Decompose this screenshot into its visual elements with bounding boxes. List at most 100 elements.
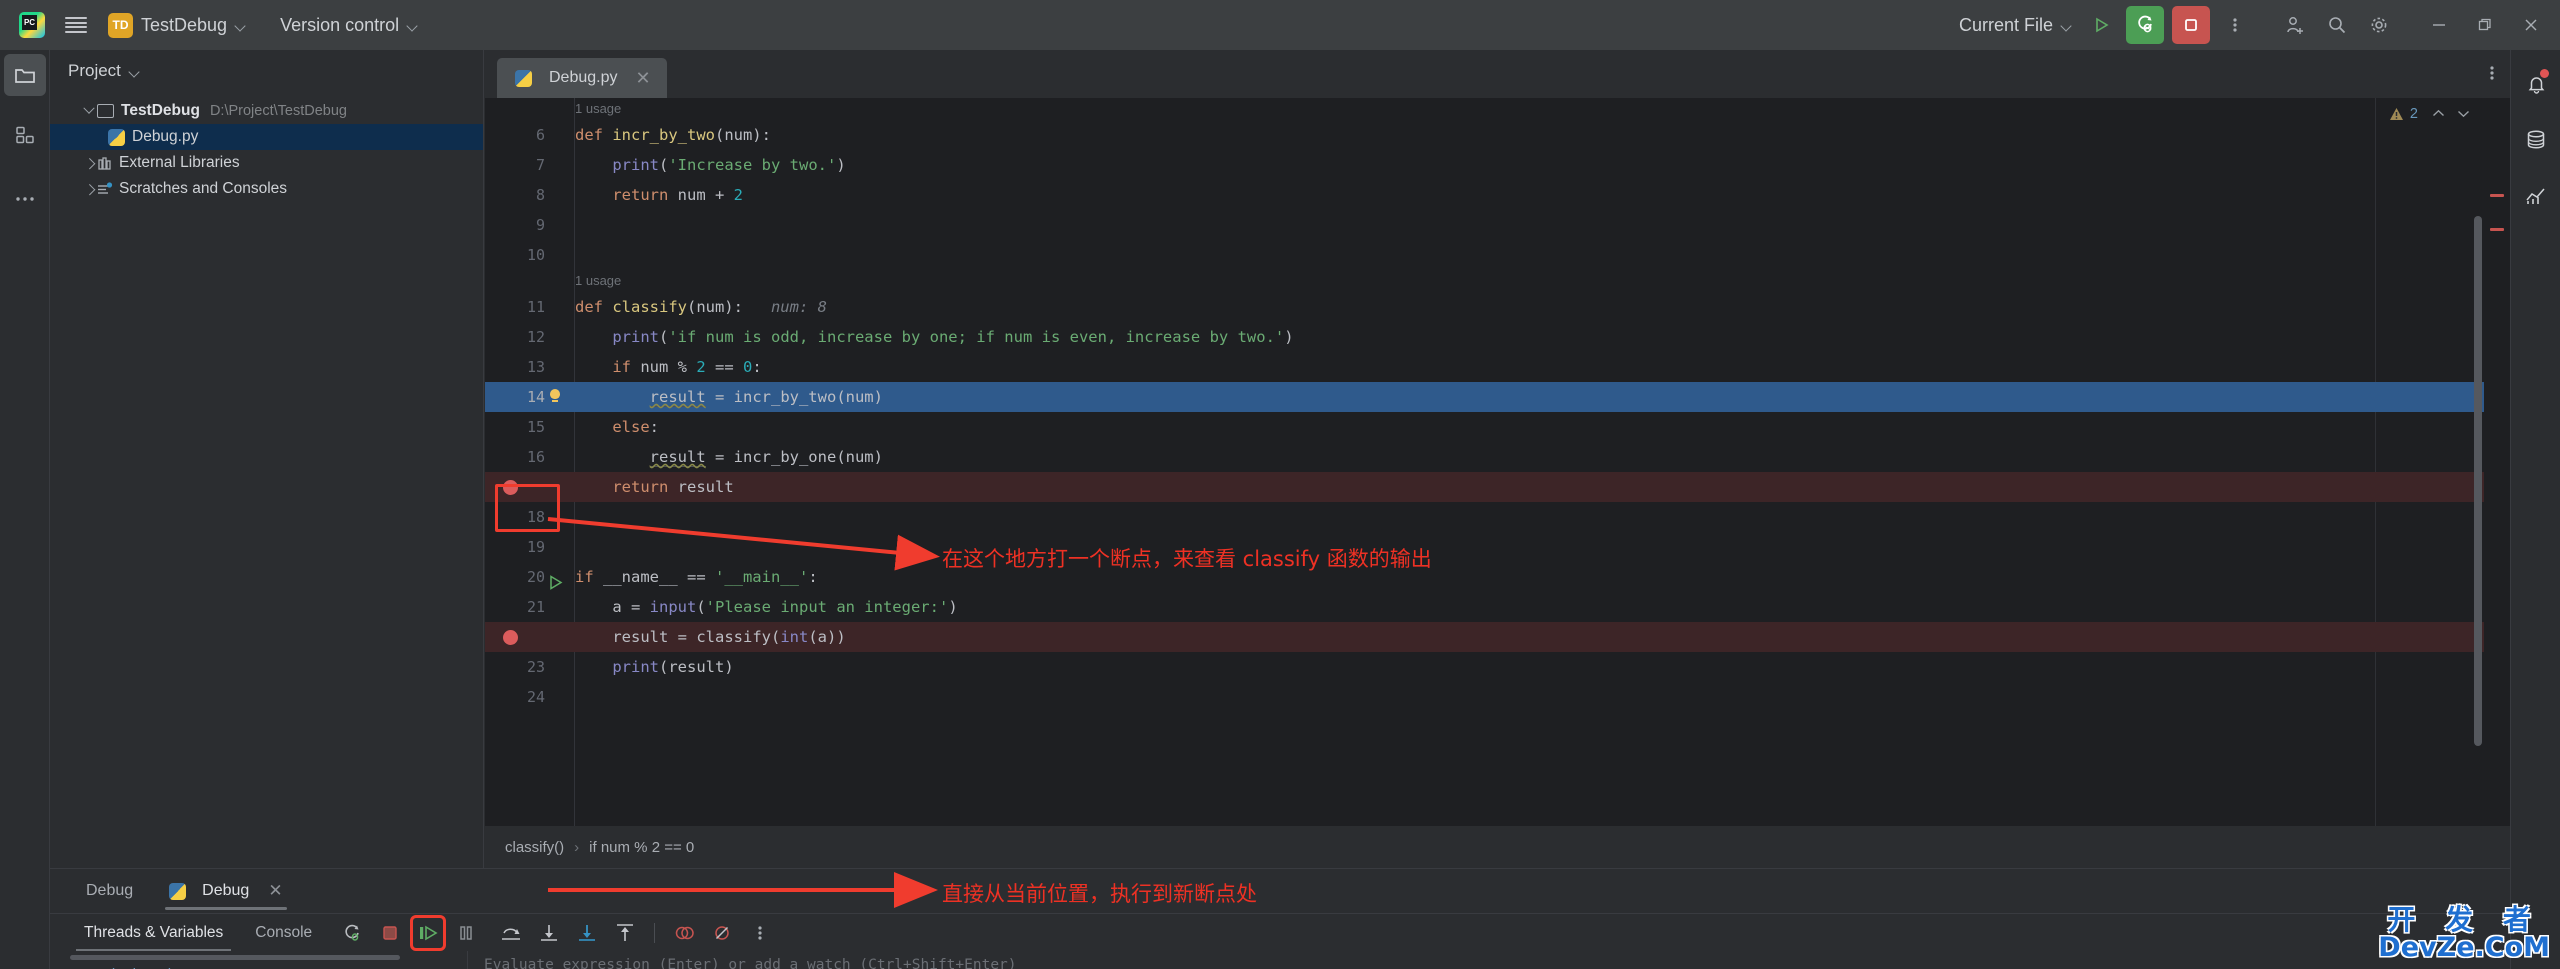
debug-session-tab[interactable]: Debug ✕ (151, 869, 300, 913)
code-line[interactable]: 8 return num + 2 (485, 180, 2510, 210)
maximize-button[interactable] (2462, 0, 2508, 50)
force-step-into-button[interactable] (571, 917, 603, 949)
stop-button[interactable] (374, 917, 406, 949)
profiler-icon (2526, 188, 2545, 204)
rerun-button[interactable] (336, 917, 368, 949)
debug-more-button[interactable] (744, 917, 776, 949)
chevron-right-icon[interactable] (80, 185, 97, 193)
tree-item-label: TestDebug (121, 102, 200, 119)
step-out-button[interactable] (609, 917, 641, 949)
close-icon[interactable]: ✕ (268, 881, 282, 901)
chevron-right-icon[interactable] (80, 159, 97, 167)
run-triangle-icon (2096, 17, 2109, 33)
project-panel-title: Project (68, 61, 121, 80)
stop-button[interactable] (2172, 6, 2210, 44)
gear-icon (2371, 17, 2387, 33)
code-line[interactable]: 16 result = incr_by_one(num) (485, 442, 2510, 472)
search-button[interactable] (2316, 4, 2358, 46)
code-line[interactable]: 24 (485, 682, 2510, 712)
code-line[interactable]: 19 (485, 532, 2510, 562)
breadcrumb-node[interactable]: if num % 2 == 0 (589, 839, 694, 856)
tree-item-scratches[interactable]: Scratches and Consoles (50, 176, 483, 202)
code-line[interactable]: return result (485, 472, 2510, 502)
code-line[interactable]: 11 def classify(num): num: 8 (485, 292, 2510, 322)
code-line[interactable]: 18 (485, 502, 2510, 532)
editor-options-button[interactable] (2490, 64, 2494, 87)
line-number: 16 (526, 448, 545, 466)
code-line[interactable]: 6 def incr_by_two(num): (485, 120, 2510, 150)
project-panel-dropdown[interactable]: Project (68, 61, 140, 81)
code-line[interactable]: 23 print(result) (485, 652, 2510, 682)
tab-threads-and-variables[interactable]: Threads & Variables (68, 914, 239, 952)
editor-scrollbar[interactable] (2474, 216, 2482, 746)
settings-button[interactable] (2358, 4, 2400, 46)
step-into-button[interactable] (533, 917, 565, 949)
add-user-button[interactable] (2274, 4, 2316, 46)
more-actions-button[interactable] (2214, 4, 2256, 46)
view-breakpoints-button[interactable] (668, 917, 700, 949)
line-number: 13 (526, 358, 545, 376)
tab-threads-label: Threads & Variables (84, 923, 224, 941)
step-over-button[interactable] (495, 917, 527, 949)
more-vertical-icon (758, 925, 762, 940)
tab-console[interactable]: Console (239, 914, 328, 952)
watermark: 开 发 者 DevZe.CoM (2378, 906, 2550, 962)
frames-pane: MainThread (50, 951, 468, 969)
inspection-bar[interactable] (2484, 98, 2510, 826)
code-text: print('Increase by two.') (612, 156, 846, 174)
maximize-icon (2478, 18, 2491, 31)
more-tool-windows-icon[interactable] (0, 174, 50, 224)
stop-square-icon (383, 925, 397, 940)
breadcrumb-scope[interactable]: classify() (505, 839, 564, 856)
code-editor[interactable]: 1 usage 6 def incr_by_two(num): 7 print('In… (485, 98, 2510, 826)
code-line[interactable]: 7 print('Increase by two.') (485, 150, 2510, 180)
breadcrumb: classify() › if num % 2 == 0 (485, 826, 2510, 868)
frames-scrollbar[interactable] (70, 955, 400, 960)
structure-tool-icon[interactable] (0, 110, 50, 160)
code-text: if __name__ == '__main__': (575, 568, 818, 586)
notifications-button[interactable] (2511, 56, 2560, 112)
chevron-up-icon[interactable] (2432, 106, 2445, 122)
mute-breakpoints-button[interactable] (706, 917, 738, 949)
breakpoint-icon[interactable] (503, 630, 518, 645)
code-line[interactable]: 14 result = incr_by_two(num) (485, 382, 2510, 412)
intention-bulb-icon[interactable] (549, 389, 561, 405)
editor-tab-debug-py[interactable]: Debug.py ✕ (497, 58, 667, 98)
code-line[interactable]: 13 if num % 2 == 0: (485, 352, 2510, 382)
debug-button[interactable] (2126, 6, 2164, 44)
line-number: 11 (526, 298, 545, 316)
tree-item-debug-py[interactable]: Debug.py (50, 124, 483, 150)
code-line[interactable]: 15 else: (485, 412, 2510, 442)
resume-program-button[interactable] (410, 914, 447, 951)
title-bar: TD TestDebug Version control Current Fil… (0, 0, 2560, 50)
pause-program-button[interactable] (450, 917, 482, 949)
code-line[interactable]: 10 (485, 240, 2510, 270)
chevron-down-icon[interactable] (80, 107, 97, 115)
project-selector[interactable]: TD TestDebug (98, 8, 256, 42)
version-control-menu[interactable]: Version control (270, 8, 428, 42)
tree-item-testdebug[interactable]: TestDebug D:\Project\TestDebug (50, 98, 483, 124)
profiler-button[interactable] (2511, 168, 2560, 224)
database-button[interactable] (2511, 112, 2560, 168)
run-button[interactable] (2080, 4, 2122, 46)
hamburger-menu-icon[interactable] (54, 3, 98, 47)
inspection-marker-error[interactable] (2490, 194, 2504, 197)
code-line[interactable]: 20 if __name__ == '__main__': (485, 562, 2510, 592)
close-button[interactable] (2508, 0, 2554, 50)
project-tool-icon[interactable] (4, 54, 46, 96)
code-text: result = incr_by_two(num) (649, 388, 883, 407)
tree-item-external-libraries[interactable]: External Libraries (50, 150, 483, 176)
code-line[interactable]: 21 a = input('Please input an integer:') (485, 592, 2510, 622)
code-line[interactable]: 12 print('if num is odd, increase by one… (485, 322, 2510, 352)
variables-pane[interactable]: Evaluate expression (Enter) or add a wat… (468, 951, 2510, 969)
code-line[interactable]: result = classify(int(a)) (485, 622, 2510, 652)
inspection-summary[interactable]: 2 (2389, 106, 2470, 122)
code-line[interactable]: 9 (485, 210, 2510, 240)
run-config-label: Current File (1958, 14, 2053, 35)
chevron-down-icon[interactable] (2457, 106, 2470, 122)
run-configuration-selector[interactable]: Current File (1951, 15, 2080, 36)
close-icon[interactable]: ✕ (636, 68, 651, 89)
minimize-button[interactable] (2416, 0, 2462, 50)
inspection-marker-error[interactable] (2490, 228, 2504, 231)
tree-item-label: Debug.py (132, 128, 199, 145)
